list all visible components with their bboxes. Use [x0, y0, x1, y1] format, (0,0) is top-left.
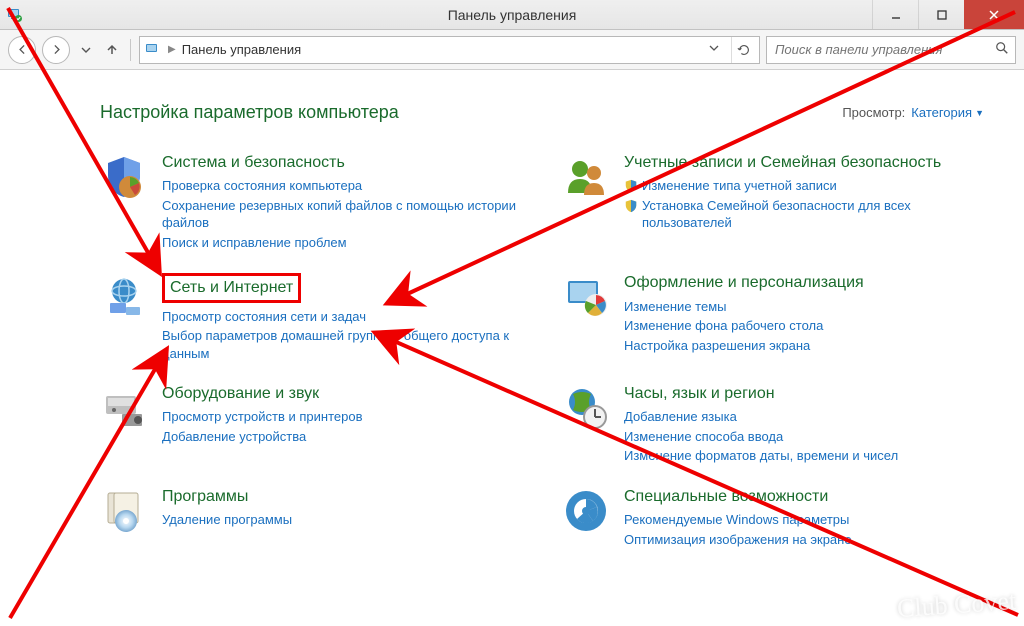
control-panel-icon	[144, 41, 162, 59]
close-button[interactable]	[964, 0, 1024, 29]
uac-shield-icon	[624, 199, 638, 213]
category-icon	[562, 384, 610, 432]
category-link[interactable]: Сохранение резервных копий файлов с помо…	[162, 197, 522, 232]
category-item: Система и безопасность Проверка состояния…	[100, 153, 522, 251]
categories-grid: Система и безопасность Проверка состояния…	[100, 153, 984, 548]
window-title: Панель управления	[0, 7, 1024, 23]
category-link[interactable]: Рекомендуемые Windows параметры	[624, 511, 852, 529]
category-link[interactable]: Настройка разрешения экрана	[624, 337, 864, 355]
forward-button[interactable]	[42, 36, 70, 64]
category-title[interactable]: Сеть и Интернет	[162, 273, 301, 302]
category-icon	[100, 153, 148, 201]
category-icon	[562, 487, 610, 535]
category-link[interactable]: Изменение способа ввода	[624, 428, 898, 446]
category-body: Оборудование и звук Просмотр устройств и …	[162, 384, 362, 445]
category-title[interactable]: Программы	[162, 487, 292, 506]
content: Настройка параметров компьютера Просмотр…	[0, 70, 1024, 626]
category-link[interactable]: Изменение форматов даты, времени и чисел	[624, 447, 898, 465]
category-link[interactable]: Проверка состояния компьютера	[162, 177, 522, 195]
category-link[interactable]: Изменение фона рабочего стола	[624, 317, 864, 335]
category-body: Специальные возможности Рекомендуемые Win…	[624, 487, 852, 548]
category-link[interactable]: Просмотр устройств и принтеров	[162, 408, 362, 426]
category-icon	[562, 273, 610, 321]
view-by: Просмотр: Категория ▼	[842, 105, 984, 120]
category-link[interactable]: Поиск и исправление проблем	[162, 234, 522, 252]
search-input[interactable]	[773, 41, 989, 58]
category-body: Учетные записи и Семейная безопасность Из…	[624, 153, 984, 232]
breadcrumb[interactable]: Панель управления	[182, 42, 301, 57]
page-title: Настройка параметров компьютера	[100, 102, 399, 123]
minimize-button[interactable]	[872, 0, 918, 29]
category-title[interactable]: Оборудование и звук	[162, 384, 362, 403]
up-button[interactable]	[102, 36, 122, 64]
address-bar[interactable]: ▶ Панель управления	[139, 36, 760, 64]
category-title[interactable]: Система и безопасность	[162, 153, 522, 172]
maximize-button[interactable]	[918, 0, 964, 29]
category-body: Сеть и Интернет Просмотр состояния сети и…	[162, 273, 522, 362]
category-item: Специальные возможности Рекомендуемые Win…	[562, 487, 984, 548]
category-icon	[100, 273, 148, 321]
search-icon[interactable]	[995, 41, 1009, 58]
category-item: Учетные записи и Семейная безопасность Из…	[562, 153, 984, 251]
category-title[interactable]: Учетные записи и Семейная безопасность	[624, 153, 984, 172]
view-by-dropdown[interactable]: Категория ▼	[911, 105, 984, 120]
category-link[interactable]: Добавление языка	[624, 408, 898, 426]
category-link[interactable]: Выбор параметров домашней группы и общег…	[162, 327, 522, 362]
back-button[interactable]	[8, 36, 36, 64]
header-row: Настройка параметров компьютера Просмотр…	[100, 102, 984, 123]
category-body: Оформление и персонализация Изменение тем…	[624, 273, 864, 354]
history-dropdown[interactable]	[76, 36, 96, 64]
category-link[interactable]: Просмотр состояния сети и задач	[162, 308, 522, 326]
category-item: Оборудование и звук Просмотр устройств и …	[100, 384, 522, 465]
window-buttons	[872, 0, 1024, 29]
category-title[interactable]: Специальные возможности	[624, 487, 852, 506]
category-icon	[562, 153, 610, 201]
category-link[interactable]: Установка Семейной безопасности для всех…	[642, 197, 984, 232]
category-body: Часы, язык и регион Добавление языка Измен…	[624, 384, 898, 465]
view-by-value: Категория	[911, 105, 972, 120]
separator	[130, 39, 131, 61]
search-box[interactable]	[766, 36, 1016, 64]
chevron-down-icon: ▼	[975, 108, 984, 118]
nav-toolbar: ▶ Панель управления	[0, 30, 1024, 70]
category-icon	[100, 487, 148, 535]
category-link[interactable]: Изменение типа учетной записи	[642, 177, 837, 195]
chevron-right-icon: ▶	[168, 44, 176, 55]
category-link[interactable]: Оптимизация изображения на экране	[624, 531, 852, 549]
category-link[interactable]: Изменение темы	[624, 298, 864, 316]
category-item: Программы Удаление программы	[100, 487, 522, 548]
category-link-shielded[interactable]: Изменение типа учетной записи	[624, 177, 984, 195]
refresh-button[interactable]	[731, 37, 755, 63]
category-link-shielded[interactable]: Установка Семейной безопасности для всех…	[624, 197, 984, 232]
uac-shield-icon	[624, 179, 638, 193]
category-item: Часы, язык и регион Добавление языка Измен…	[562, 384, 984, 465]
category-item: Оформление и персонализация Изменение тем…	[562, 273, 984, 362]
titlebar: Панель управления	[0, 0, 1024, 30]
category-link[interactable]: Добавление устройства	[162, 428, 362, 446]
category-body: Система и безопасность Проверка состояния…	[162, 153, 522, 251]
category-icon	[100, 384, 148, 432]
category-title[interactable]: Оформление и персонализация	[624, 273, 864, 292]
category-link[interactable]: Удаление программы	[162, 511, 292, 529]
category-body: Программы Удаление программы	[162, 487, 292, 529]
system-icon	[6, 6, 24, 24]
chevron-down-icon[interactable]	[709, 43, 719, 56]
category-item: Сеть и Интернет Просмотр состояния сети и…	[100, 273, 522, 362]
view-by-label: Просмотр:	[842, 105, 905, 120]
category-title[interactable]: Часы, язык и регион	[624, 384, 898, 403]
